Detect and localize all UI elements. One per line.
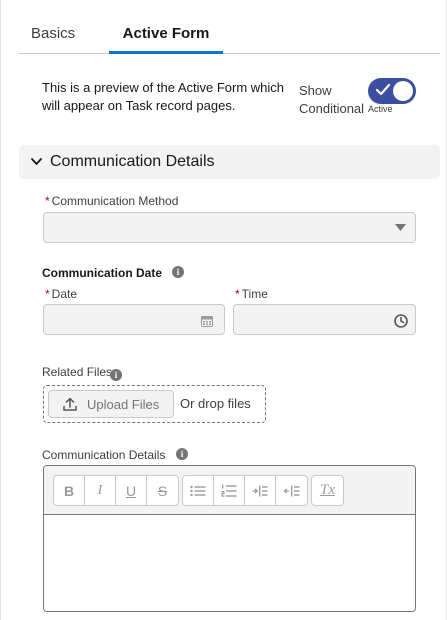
- bulleted-list-button[interactable]: [183, 476, 214, 505]
- italic-button[interactable]: I: [85, 476, 116, 505]
- required-indicator: *: [45, 194, 50, 208]
- underline-button[interactable]: U: [116, 476, 147, 505]
- drop-files-text: Or drop files: [180, 396, 251, 411]
- format-button-group: B I U S: [53, 475, 179, 506]
- strikethrough-button[interactable]: S: [147, 476, 178, 505]
- communication-method-label-text: Communication Method: [51, 194, 179, 208]
- file-drop-zone[interactable]: Upload Files Or drop files: [43, 385, 266, 423]
- info-icon[interactable]: i: [176, 448, 188, 460]
- clear-formatting-button[interactable]: Tx: [312, 476, 343, 505]
- clear-format-group: Tx: [311, 475, 344, 506]
- bulleted-list-icon: [190, 485, 206, 496]
- required-indicator: *: [235, 287, 240, 301]
- show-conditional-text: Show Conditional: [299, 83, 365, 116]
- toggle-state-label: Active: [368, 104, 393, 114]
- section-header-communication-details[interactable]: Communication Details: [19, 145, 440, 179]
- communication-method-select[interactable]: [43, 212, 416, 243]
- info-icon[interactable]: i: [172, 266, 184, 278]
- communication-date-label: Communication Date: [42, 266, 163, 280]
- rich-text-toolbar: B I U S Tx: [44, 466, 415, 515]
- upload-files-label: Upload Files: [87, 397, 160, 412]
- form-panel: Basics Active Form This is a preview of …: [0, 0, 447, 620]
- upload-files-button[interactable]: Upload Files: [48, 390, 174, 418]
- date-input[interactable]: [43, 304, 225, 335]
- communication-details-textarea[interactable]: [44, 515, 415, 611]
- tab-bar: Basics Active Form: [19, 12, 440, 54]
- indent-button[interactable]: [245, 476, 276, 505]
- preview-description: This is a preview of the Active Form whi…: [42, 80, 285, 113]
- clock-icon[interactable]: [394, 314, 408, 328]
- upload-icon: [63, 397, 77, 411]
- tab-basics[interactable]: Basics: [31, 12, 75, 54]
- chevron-down-icon: [31, 158, 42, 165]
- bold-button[interactable]: B: [54, 476, 85, 505]
- numbered-list-icon: [221, 484, 237, 497]
- time-label-text: Time: [241, 287, 268, 301]
- toggle-knob: [393, 81, 413, 101]
- time-label: * Time: [235, 287, 268, 301]
- list-button-group: [182, 475, 308, 506]
- show-conditional-label: Show Conditional: [299, 82, 365, 118]
- related-files-label: Related Files: [42, 365, 113, 379]
- time-input[interactable]: [233, 304, 416, 335]
- calendar-icon[interactable]: [201, 315, 213, 327]
- info-icon[interactable]: i: [110, 369, 122, 381]
- outdent-icon: [283, 485, 299, 496]
- required-indicator: *: [45, 287, 50, 301]
- indent-icon: [252, 485, 268, 496]
- date-label-text: Date: [51, 287, 78, 301]
- communication-method-label: * Communication Method: [45, 194, 178, 208]
- date-label: * Date: [45, 287, 77, 301]
- communication-details-label: Communication Details: [42, 448, 166, 462]
- numbered-list-button[interactable]: [214, 476, 245, 505]
- tab-active-form[interactable]: Active Form: [109, 12, 223, 54]
- outdent-button[interactable]: [276, 476, 307, 505]
- section-title: Communication Details: [50, 153, 215, 170]
- show-conditional-toggle[interactable]: [368, 78, 416, 104]
- rich-text-editor: B I U S Tx: [43, 465, 416, 612]
- chevron-down-icon: [395, 224, 406, 231]
- check-icon: [375, 83, 391, 96]
